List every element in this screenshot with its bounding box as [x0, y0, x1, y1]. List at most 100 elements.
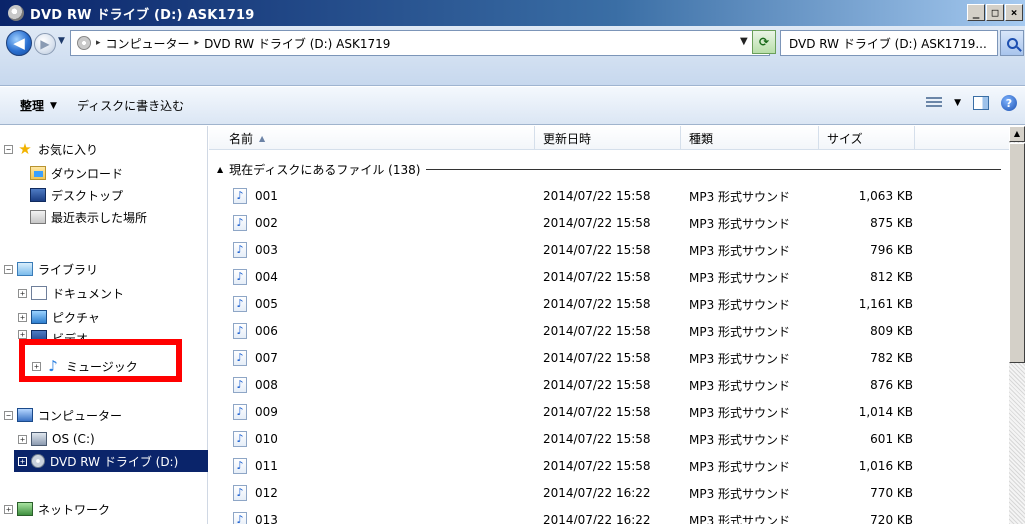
column-header-date[interactable]: 更新日時 — [535, 126, 681, 150]
table-row[interactable]: ♪ 001 2014/07/22 15:58 MP3 形式サウンド 1,063 KB — [209, 183, 1009, 209]
nav-item-desktop[interactable]: デスクトップ — [30, 184, 123, 206]
mp3-file-icon: ♪ — [233, 296, 247, 312]
file-name-cell[interactable]: ♪ 011 — [209, 458, 535, 474]
search-input[interactable]: DVD RW ドライブ (D:) ASK1719... — [780, 30, 998, 56]
file-date: 2014/07/22 15:58 — [543, 324, 651, 338]
file-name-cell[interactable]: ♪ 006 — [209, 323, 535, 339]
nav-label: ピクチャ — [52, 310, 100, 325]
table-row[interactable]: ♪ 004 2014/07/22 15:58 MP3 形式サウンド 812 KB — [209, 264, 1009, 290]
file-size: 782 KB — [870, 351, 913, 365]
file-date: 2014/07/22 15:58 — [543, 378, 651, 392]
file-name-cell[interactable]: ♪ 003 — [209, 242, 535, 258]
breadcrumb-separator[interactable]: ▸ — [195, 38, 200, 48]
organize-label: 整理 — [20, 99, 45, 113]
nav-item-computer[interactable]: − コンピューター — [4, 404, 122, 426]
column-header-name[interactable]: 名前 ▲ — [209, 126, 535, 150]
nav-item-os-drive[interactable]: + OS (C:) — [18, 428, 95, 450]
file-name-cell[interactable]: ♪ 009 — [209, 404, 535, 420]
column-header-type[interactable]: 種類 — [681, 126, 819, 150]
nav-item-network[interactable]: + ネットワーク — [4, 498, 110, 520]
forward-button[interactable]: ▶ — [34, 33, 56, 55]
sort-ascending-icon: ▲ — [259, 133, 266, 143]
burn-to-disc-button[interactable]: ディスクに書き込む — [67, 93, 194, 119]
nav-item-pictures[interactable]: + ピクチャ — [18, 306, 100, 328]
file-name-cell[interactable]: ♪ 008 — [209, 377, 535, 393]
expand-toggle[interactable]: + — [4, 504, 13, 514]
file-name-cell[interactable]: ♪ 010 — [209, 431, 535, 447]
expand-toggle[interactable]: + — [18, 288, 27, 298]
mp3-file-icon: ♪ — [233, 431, 247, 447]
breadcrumb-dvd-drive[interactable]: DVD RW ドライブ (D:) ASK1719 — [204, 35, 390, 52]
column-header-empty[interactable] — [915, 126, 1009, 150]
nav-item-dvd-drive[interactable]: + DVD RW ドライブ (D:) — [14, 450, 208, 472]
file-size: 1,063 KB — [858, 189, 913, 203]
collapse-group-icon[interactable]: ▲ — [217, 165, 223, 174]
file-name-cell[interactable]: ♪ 005 — [209, 296, 535, 312]
file-name-cell[interactable]: ♪ 004 — [209, 269, 535, 285]
address-dropdown-button[interactable]: ▼ — [740, 36, 748, 47]
minimize-button[interactable]: _ — [967, 4, 985, 21]
file-name-cell[interactable]: ♪ 012 — [209, 485, 535, 501]
collapse-toggle[interactable]: − — [4, 410, 13, 420]
nav-item-libraries[interactable]: − ライブラリ — [4, 258, 98, 280]
view-options-chevron-icon[interactable]: ▼ — [954, 98, 961, 108]
table-row[interactable]: ♪ 010 2014/07/22 15:58 MP3 形式サウンド 601 KB — [209, 426, 1009, 452]
vertical-scrollbar[interactable]: ▲ — [1009, 126, 1025, 524]
file-date: 2014/07/22 15:58 — [543, 351, 651, 365]
file-name-cell[interactable]: ♪ 001 — [209, 188, 535, 204]
table-row[interactable]: ♪ 003 2014/07/22 15:58 MP3 形式サウンド 796 KB — [209, 237, 1009, 263]
file-name-cell[interactable]: ♪ 007 — [209, 350, 535, 366]
breadcrumb-separator[interactable]: ▸ — [96, 38, 101, 48]
table-row[interactable]: ♪ 008 2014/07/22 15:58 MP3 形式サウンド 876 KB — [209, 372, 1009, 398]
maximize-button[interactable]: □ — [986, 4, 1004, 21]
scroll-thumb[interactable] — [1009, 143, 1025, 363]
table-row[interactable]: ♪ 009 2014/07/22 15:58 MP3 形式サウンド 1,014 KB — [209, 399, 1009, 425]
table-row[interactable]: ♪ 012 2014/07/22 16:22 MP3 形式サウンド 770 KB — [209, 480, 1009, 506]
back-button[interactable]: ◀ — [6, 30, 32, 56]
address-input[interactable]: ▸ コンピューター ▸ DVD RW ドライブ (D:) ASK1719 — [70, 30, 770, 56]
help-icon[interactable]: ? — [1001, 95, 1017, 111]
file-name: 009 — [255, 405, 278, 419]
burn-label: ディスクに書き込む — [76, 99, 185, 113]
organize-button[interactable]: 整理 ▼ — [10, 93, 67, 119]
collapse-toggle[interactable]: − — [4, 264, 13, 274]
nav-item-recent-places[interactable]: 最近表示した場所 — [30, 206, 147, 228]
table-row[interactable]: ♪ 005 2014/07/22 15:58 MP3 形式サウンド 1,161 KB — [209, 291, 1009, 317]
file-type: MP3 形式サウンド — [689, 324, 791, 339]
mp3-file-icon: ♪ — [233, 458, 247, 474]
expand-toggle[interactable]: + — [18, 312, 27, 322]
table-row[interactable]: ♪ 006 2014/07/22 15:58 MP3 形式サウンド 809 KB — [209, 318, 1009, 344]
file-type: MP3 形式サウンド — [689, 486, 791, 501]
expand-toggle[interactable]: + — [18, 434, 27, 444]
expand-toggle[interactable]: + — [18, 330, 27, 339]
column-header-size[interactable]: サイズ — [819, 126, 915, 150]
nav-item-favorites[interactable]: − ★ お気に入り — [4, 138, 98, 160]
refresh-button[interactable]: ⟳ — [752, 30, 776, 54]
nav-item-downloads[interactable]: ダウンロード — [30, 162, 123, 184]
nav-label: ライブラリ — [38, 262, 99, 277]
scroll-up-button[interactable]: ▲ — [1009, 126, 1025, 142]
breadcrumb-computer[interactable]: コンピューター — [106, 35, 190, 52]
table-row[interactable]: ♪ 013 2014/07/22 16:22 MP3 形式サウンド 720 KB — [209, 507, 1009, 524]
table-row[interactable]: ♪ 002 2014/07/22 15:58 MP3 形式サウンド 875 KB — [209, 210, 1009, 236]
group-header[interactable]: ▲ 現在ディスクにあるファイル (138) — [217, 160, 1001, 178]
nav-item-documents[interactable]: + ドキュメント — [18, 282, 124, 304]
file-date: 2014/07/22 15:58 — [543, 432, 651, 446]
mp3-file-icon: ♪ — [233, 215, 247, 231]
dvd-drive-icon — [31, 454, 45, 468]
file-type: MP3 形式サウンド — [689, 405, 791, 420]
preview-pane-icon[interactable] — [973, 96, 989, 110]
expand-toggle[interactable]: + — [18, 456, 27, 466]
search-button[interactable] — [1000, 30, 1024, 56]
change-view-icon[interactable] — [926, 97, 943, 109]
recent-pages-dropdown[interactable]: ▼ — [58, 36, 65, 46]
file-name: 013 — [255, 513, 278, 524]
close-button[interactable]: × — [1005, 4, 1023, 21]
file-name-cell[interactable]: ♪ 013 — [209, 512, 535, 524]
file-name-cell[interactable]: ♪ 002 — [209, 215, 535, 231]
table-row[interactable]: ♪ 007 2014/07/22 15:58 MP3 形式サウンド 782 KB — [209, 345, 1009, 371]
mp3-file-icon: ♪ — [233, 377, 247, 393]
library-icon — [17, 262, 33, 276]
table-row[interactable]: ♪ 011 2014/07/22 15:58 MP3 形式サウンド 1,016 KB — [209, 453, 1009, 479]
collapse-toggle[interactable]: − — [4, 144, 13, 154]
